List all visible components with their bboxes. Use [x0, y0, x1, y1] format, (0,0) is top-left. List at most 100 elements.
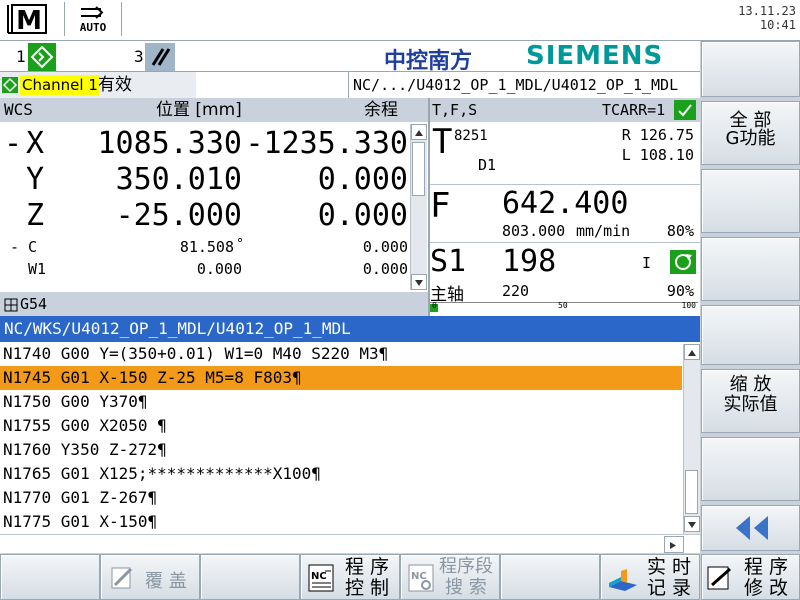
program-line[interactable]: N1775 G01 X-150¶	[0, 510, 682, 534]
program-control-button[interactable]: NC 程 序 控 制	[300, 554, 400, 600]
prog-ctrl-label-2: 控 制	[345, 577, 390, 599]
axis-name: W1	[28, 260, 47, 278]
nc-program-icon: NC	[308, 564, 334, 592]
axis-name: Z	[26, 198, 45, 233]
spindle-load-bar: 0 50 100	[430, 301, 698, 313]
axis-position: 350.010	[115, 162, 242, 197]
channel-row: Channel 1 有效 NC/.../U4012_OP_1_MDL/U4012…	[0, 71, 700, 99]
overwrite-button[interactable]: 覆 盖	[100, 554, 200, 600]
scroll-thumb[interactable]	[685, 470, 698, 514]
softkey-right-4[interactable]	[701, 237, 800, 301]
scale-0: 0	[432, 301, 437, 310]
scroll-up-arrow-icon[interactable]	[684, 344, 700, 360]
dist-to-go-col-header: 余程	[364, 100, 398, 120]
tcarr-label: TCARR=1	[602, 101, 666, 119]
tcarr-ok-icon	[674, 100, 696, 120]
block-search-icon: NC	[408, 564, 434, 592]
scroll-thumb[interactable]	[412, 142, 425, 196]
softkey-right-7[interactable]	[701, 437, 800, 501]
scroll-up-arrow-icon[interactable]	[411, 124, 427, 140]
block-search-label-1: 程序段	[439, 556, 493, 577]
program-line[interactable]: N1740 G00 Y=(350+0.01) W1=0 M40 S220 M3¶	[0, 342, 682, 366]
time: 10:41	[759, 18, 796, 32]
program-line[interactable]: N1750 G00 Y370¶	[0, 390, 682, 414]
feed-value: 642.400	[502, 186, 629, 221]
tool-length: L 108.10	[621, 146, 694, 164]
program-line[interactable]: N1765 G01 X125;*************X100¶	[0, 462, 682, 486]
spindle-override: 90%	[666, 282, 694, 300]
prog-mod-label-2: 修 改	[744, 577, 789, 599]
tfs-header: T,F,S TCARR=1	[430, 98, 700, 122]
softkey-bottom-1[interactable]	[0, 554, 100, 600]
feed-setpoint: 803.000	[502, 222, 566, 240]
auto-label: AUTO	[79, 21, 107, 34]
feed-unit: mm/min	[576, 222, 631, 240]
program-line[interactable]: N1755 G00 X2050 ¶	[0, 414, 682, 438]
axis-name: Y	[26, 162, 45, 197]
scroll-down-arrow-icon[interactable]	[684, 516, 700, 532]
axis-dist-to-go: 0.000	[362, 238, 408, 256]
zoom-actual-value-button[interactable]: 缩 放 实际值	[701, 369, 800, 433]
g-functions-all-button[interactable]: 全 部 G功能	[701, 101, 800, 165]
softkey-right-3[interactable]	[701, 169, 800, 233]
divider	[430, 242, 700, 243]
feed-stop-icon	[145, 43, 175, 71]
back-button[interactable]	[701, 505, 800, 551]
realtime-record-button[interactable]: 实 时 记 录	[600, 554, 700, 600]
machine-area-button[interactable]: M	[6, 2, 52, 36]
scroll-down-arrow-icon[interactable]	[411, 274, 427, 290]
auto-mode-button[interactable]: AUTO	[64, 2, 122, 36]
zoom-label-2: 实际值	[723, 394, 778, 415]
softkey-bottom-6[interactable]	[500, 554, 600, 600]
tfs-title: T,F,S	[432, 101, 478, 119]
rt-record-label-1: 实 时	[647, 556, 692, 578]
axis-position: 1085.330	[97, 126, 243, 161]
axis-position: 81.508	[179, 238, 234, 256]
frame-icon	[4, 297, 18, 312]
tool-d-number: D1	[478, 156, 497, 174]
overwrite-label: 覆 盖	[145, 571, 187, 592]
feed-override: 80%	[666, 222, 694, 240]
program-modify-button[interactable]: 程 序 修 改	[701, 554, 800, 600]
top-bar: M AUTO 13.11.23 10:41	[0, 0, 800, 41]
program-scrollbar[interactable]	[683, 344, 700, 534]
position-panel: WCS 位置 [mm] 余程 - X 1085.330 -1235.330 Y …	[0, 98, 430, 316]
softkey-bottom-3[interactable]	[200, 554, 300, 600]
date: 13.11.23	[738, 4, 796, 18]
realtime-record-icon	[609, 569, 637, 591]
program-line[interactable]: N1770 G01 Z-267¶	[0, 486, 682, 510]
machine-icon: M	[7, 4, 47, 36]
feed-label: F	[430, 186, 451, 226]
axis-dist-to-go: 0.000	[362, 260, 408, 278]
channel-state: 有效	[98, 75, 132, 95]
prog-ctrl-label-1: 程 序	[345, 556, 390, 578]
rt-record-label-2: 记 录	[647, 577, 692, 599]
program-line[interactable]: N1760 Y350 Z-272¶	[0, 438, 682, 462]
program-title-bar: NC/WKS/U4012_OP_1_MDL/U4012_OP_1_MDL	[0, 316, 700, 342]
axis-row-z: Z -25.000 0.000	[0, 198, 410, 234]
divider	[430, 184, 700, 185]
tool-radius: R 126.75	[621, 126, 694, 144]
channel-active-icon	[2, 77, 18, 93]
scroll-right-arrow-icon[interactable]	[664, 536, 684, 553]
g-all-label-2: G功能	[725, 128, 776, 149]
double-chevron-left-icon	[736, 516, 768, 540]
position-col-header: 位置 [mm]	[156, 100, 242, 120]
block-search-button[interactable]: NC 程序段 搜 索	[400, 554, 500, 600]
datetime: 13.11.23 10:41	[738, 4, 796, 32]
siemens-logo: SIEMENS	[526, 41, 664, 71]
machine-label: M	[16, 6, 42, 36]
tfs-panel: T,F,S TCARR=1 T 8251 D1 R 126.75 L 108.1…	[430, 98, 700, 316]
spindle-label: S1	[430, 244, 467, 279]
zoom-label-1: 缩 放	[729, 374, 772, 395]
position-scrollbar[interactable]	[410, 124, 427, 290]
channel-1-number: 1	[16, 47, 26, 66]
channel-status: Channel 1 有效	[0, 72, 196, 98]
axis-row-c: - C 81.508 ° 0.000	[0, 236, 410, 258]
softkey-right-5[interactable]	[701, 305, 800, 365]
edit-icon	[707, 566, 731, 590]
program-line-active[interactable]: N1745 G01 X-150 Z-25 M5=8 F803¶	[0, 366, 682, 390]
softkey-right-1[interactable]	[701, 41, 800, 97]
axis-sign: -	[10, 238, 20, 256]
auto-arrow-icon	[81, 6, 104, 19]
